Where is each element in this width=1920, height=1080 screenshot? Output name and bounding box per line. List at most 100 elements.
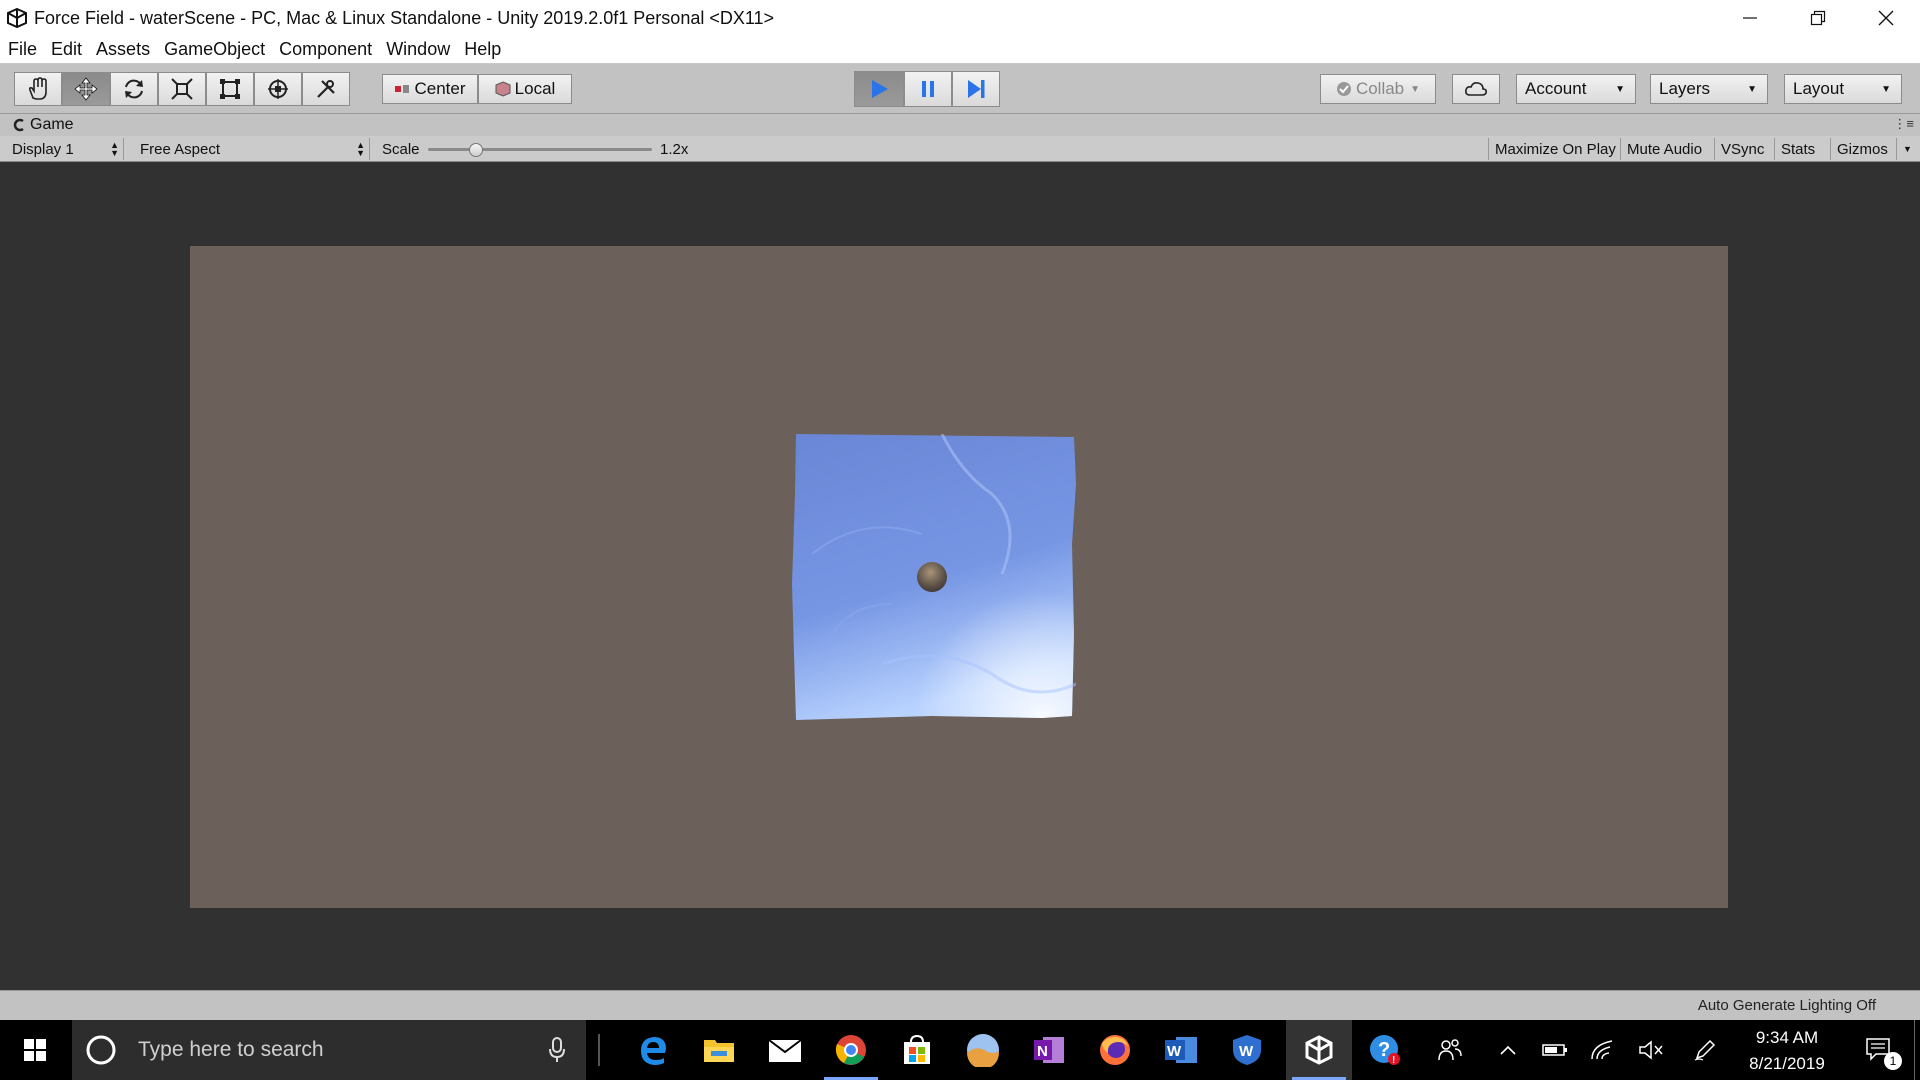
chevron-down-icon: ▼ (1410, 83, 1421, 95)
layers-dropdown[interactable]: Layers ▼ (1650, 74, 1768, 104)
people-icon (1438, 1039, 1462, 1061)
mail-icon (768, 1039, 802, 1062)
gizmos-dropdown-arrow[interactable]: ▼ (1896, 138, 1916, 160)
status-text: Auto Generate Lighting Off (1697, 997, 1876, 1014)
action-center-button[interactable]: 1 (1854, 1020, 1904, 1080)
clock-date: 8/21/2019 (1749, 1054, 1825, 1073)
transform-tool-button[interactable] (254, 72, 302, 106)
status-bar: Auto Generate Lighting Off (0, 990, 1920, 1020)
show-desktop-strip[interactable] (1914, 1020, 1920, 1080)
pivot-rotation-label: Local (514, 79, 556, 98)
move-tool-button[interactable] (62, 72, 110, 106)
taskbar-word[interactable]: W (1148, 1020, 1214, 1080)
menu-assets[interactable]: Assets (96, 39, 150, 60)
taskbar-help-app[interactable]: ?! (1352, 1020, 1418, 1080)
scale-slider[interactable] (428, 143, 652, 157)
show-hidden-icons-button[interactable] (1494, 1020, 1522, 1080)
updown-icon: ▲ ▼ (110, 140, 119, 158)
taskbar-search-box[interactable]: Type here to search (72, 1020, 586, 1080)
landscape-icon (967, 1034, 999, 1067)
stats-toggle[interactable]: Stats (1774, 138, 1830, 160)
window-title: Force Field - waterScene - PC, Mac & Lin… (34, 7, 775, 28)
cortana-icon (86, 1035, 116, 1065)
rect-tool-button[interactable] (206, 72, 254, 106)
start-button[interactable] (0, 1020, 70, 1080)
svg-text:W: W (1167, 1043, 1182, 1060)
scale-value: 1.2x (660, 140, 689, 158)
collab-label: Collab (1355, 79, 1405, 98)
pivot-rotation-button[interactable]: Local (478, 74, 572, 104)
taskbar-firefox[interactable] (1082, 1020, 1148, 1080)
scale-tool-button[interactable] (158, 72, 206, 106)
taskbar-chrome[interactable] (818, 1020, 884, 1080)
display-dropdown[interactable]: Display 1 ▲ ▼ (6, 138, 124, 160)
scale-slider-track (428, 148, 652, 151)
minimize-button[interactable] (1716, 0, 1784, 36)
chevron-down-icon: ▼ (1615, 83, 1625, 95)
pivot-mode-label: Center (414, 79, 466, 98)
gizmos-toggle[interactable]: Gizmos (1830, 138, 1906, 160)
taskbar-unity[interactable] (1286, 1020, 1352, 1080)
move-icon (74, 77, 98, 101)
pivot-mode-button[interactable]: Center (382, 74, 478, 104)
menu-edit[interactable]: Edit (51, 39, 82, 60)
vsync-toggle[interactable]: VSync (1714, 138, 1774, 160)
wifi-icon (1591, 1040, 1613, 1060)
collab-dropdown[interactable]: Collab ▼ (1320, 74, 1436, 104)
menu-file[interactable]: File (8, 39, 37, 60)
step-button[interactable] (952, 71, 1000, 107)
taskbar-file-explorer[interactable] (686, 1020, 752, 1080)
transform-icon (268, 79, 288, 99)
mute-audio-toggle[interactable]: Mute Audio (1620, 138, 1714, 160)
battery-button[interactable] (1538, 1020, 1572, 1080)
pivot-center-icon (395, 85, 410, 93)
play-button[interactable] (854, 71, 904, 107)
volume-muted-icon (1639, 1040, 1663, 1060)
taskbar-onenote[interactable]: N (1016, 1020, 1082, 1080)
battery-icon (1542, 1044, 1567, 1056)
account-dropdown[interactable]: Account ▼ (1516, 74, 1636, 104)
close-button[interactable] (1852, 0, 1920, 36)
tab-menu-icon[interactable]: ⋮≡ (1893, 116, 1914, 132)
taskbar-clock[interactable]: 9:34 AM 8/21/2019 (1722, 1020, 1852, 1080)
task-view-divider (598, 1034, 600, 1066)
network-button[interactable] (1586, 1020, 1620, 1080)
taskbar-mail[interactable] (752, 1020, 818, 1080)
notification-count-badge: 1 (1884, 1052, 1902, 1070)
chrome-icon (835, 1035, 866, 1065)
local-cube-icon (495, 81, 511, 97)
account-label: Account (1525, 79, 1587, 98)
menu-gameobject[interactable]: GameObject (164, 39, 265, 60)
aspect-dropdown[interactable]: Free Aspect ▲ ▼ (134, 138, 370, 160)
layout-dropdown[interactable]: Layout ▼ (1784, 74, 1902, 104)
cloud-button[interactable] (1452, 74, 1500, 104)
microphone-icon[interactable] (548, 1037, 566, 1063)
main-toolbar: Center Local Collab ▼ Account ▼ Layers ▼… (0, 64, 1920, 114)
taskbar-edge[interactable] (620, 1020, 686, 1080)
taskbar-writer-app[interactable]: W (1214, 1020, 1280, 1080)
menu-help[interactable]: Help (464, 39, 501, 60)
taskbar-store[interactable] (884, 1020, 950, 1080)
pause-button[interactable] (904, 71, 952, 107)
pen-workspace-button[interactable] (1688, 1020, 1722, 1080)
clock-time: 9:34 AM (1755, 1028, 1819, 1047)
scale-slider-thumb[interactable] (468, 143, 483, 157)
folder-icon (704, 1040, 734, 1062)
menu-component[interactable]: Component (279, 39, 372, 60)
people-button[interactable] (1430, 1020, 1470, 1080)
volume-button[interactable] (1634, 1020, 1668, 1080)
search-placeholder: Type here to search (138, 1038, 324, 1061)
aspect-label: Free Aspect (140, 140, 221, 158)
menu-window[interactable]: Window (386, 39, 450, 60)
pen-icon (1694, 1039, 1716, 1061)
restore-button[interactable] (1784, 0, 1852, 36)
hand-tool-button[interactable] (14, 72, 62, 106)
maximize-on-play-toggle[interactable]: Maximize On Play (1488, 138, 1620, 160)
help-icon: ?! (1370, 1035, 1400, 1066)
chevron-down-icon: ▼ (1747, 83, 1757, 95)
custom-tool-button[interactable] (302, 72, 350, 106)
game-tab-title[interactable]: Game (30, 116, 74, 134)
taskbar-weather-app[interactable] (950, 1020, 1016, 1080)
rotate-tool-button[interactable] (110, 72, 158, 106)
unity-icon (1305, 1035, 1333, 1065)
